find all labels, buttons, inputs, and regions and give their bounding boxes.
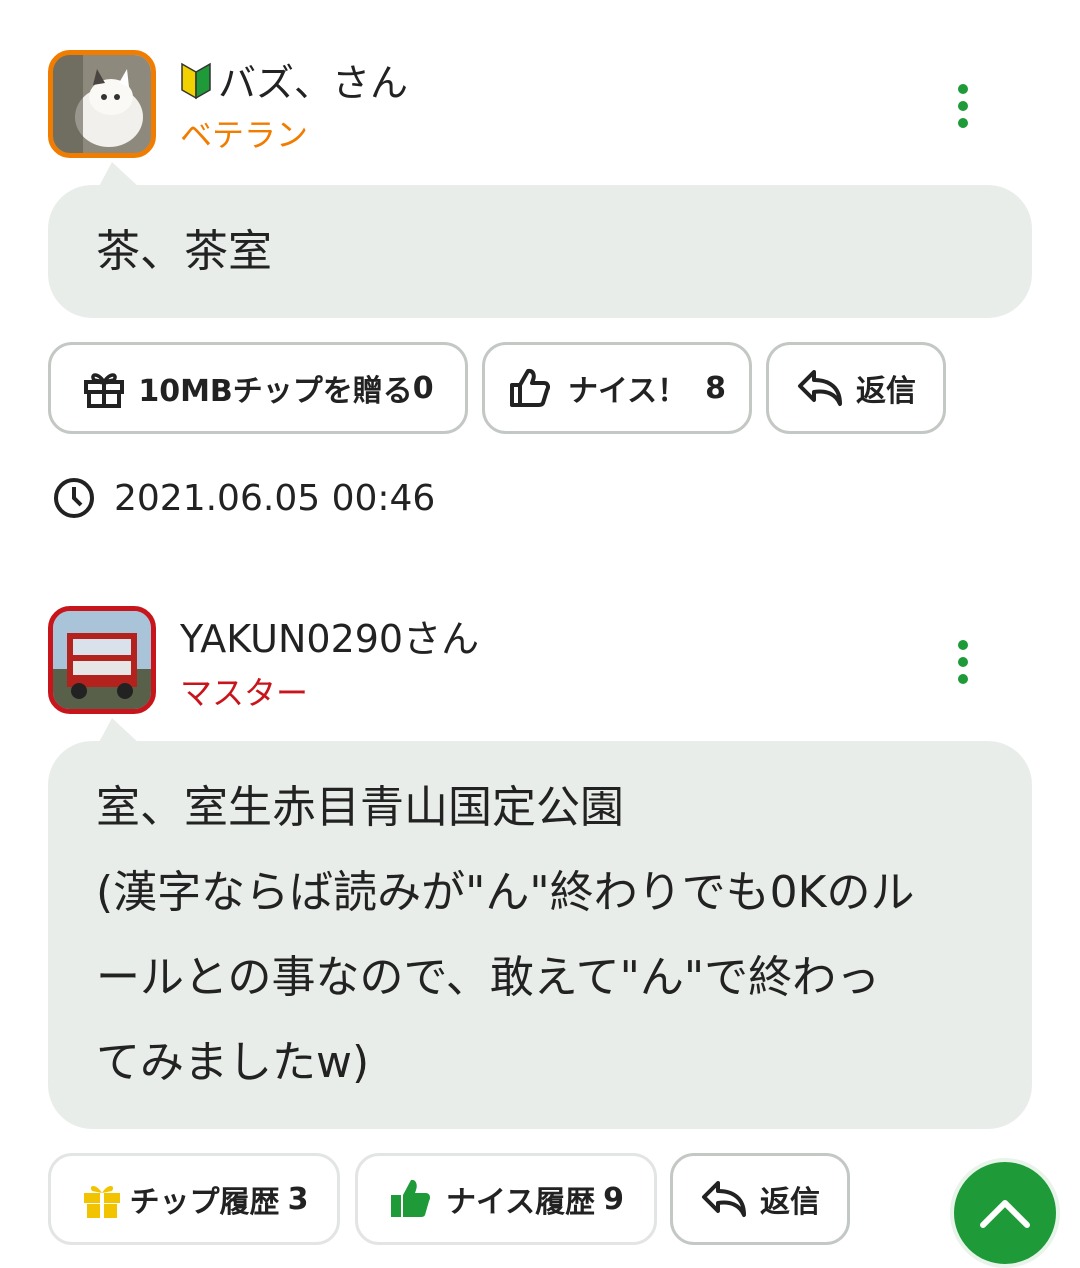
nice-history-button[interactable]: ナイス履歴 9 (355, 1153, 657, 1245)
nice-button[interactable]: ナイス！ 8 (482, 342, 752, 434)
nice-history-count: 9 (603, 1181, 624, 1217)
username[interactable]: YAKUN0290さん (180, 608, 479, 663)
reply-button[interactable]: 返信 (766, 342, 946, 434)
gift-icon (82, 368, 126, 408)
tip-history-count: 3 (287, 1181, 309, 1217)
tip-label: 10MBチップを贈る (138, 374, 413, 409)
gift-icon (80, 1179, 124, 1219)
reply-label: 返信 (760, 1185, 820, 1220)
cat-photo-icon (53, 55, 151, 153)
nice-count: 8 (705, 370, 726, 406)
message-line: 室、室生赤目青山国定公園 (96, 782, 624, 833)
message-bubble: 室、室生赤目青山国定公園 (漢字ならば読みが"ん"終わりでも0Kのル ールとの事… (48, 741, 1032, 1129)
more-options-icon[interactable] (950, 84, 976, 132)
tip-count: 0 (412, 370, 434, 406)
message-line: てみましたw) (96, 1037, 370, 1088)
user-rank: マスター (180, 674, 309, 712)
reply-arrow-icon (796, 368, 844, 408)
user-rank: ベテラン (180, 116, 309, 154)
tip-history-button[interactable]: チップ履歴 3 (48, 1153, 340, 1245)
scroll-to-top-button[interactable] (950, 1158, 1060, 1268)
username-text: バズ、さん (218, 61, 409, 105)
bubble-tail (98, 718, 140, 744)
user-avatar[interactable] (48, 606, 156, 714)
thumbs-up-icon (508, 367, 550, 409)
message-line: 茶、茶室 (96, 226, 272, 277)
reply-arrow-icon (700, 1179, 748, 1219)
message-bubble: 茶、茶室 (48, 185, 1032, 318)
username[interactable]: バズ、さん (180, 52, 408, 107)
thumbs-up-icon (388, 1177, 432, 1221)
nice-history-label: ナイス履歴 (446, 1185, 596, 1220)
beginner-leaf-icon (181, 62, 211, 99)
post-1: バズ、さん ベテラン 茶、茶室 10MBチップを贈る 0 ナイス！ 8 返信 2… (0, 0, 1080, 540)
clock-icon (52, 476, 96, 520)
tip-history-label: チップ履歴 (129, 1185, 280, 1220)
more-options-icon[interactable] (950, 640, 976, 688)
message-line: ールとの事なので、敢えて"ん"で終わっ (96, 952, 881, 1003)
message-line: (漢字ならば読みが"ん"終わりでも0Kのル (96, 867, 915, 918)
post-timestamp: 2021.06.05 00:46 (52, 476, 435, 520)
fire-truck-photo-icon (53, 611, 151, 709)
timestamp-text: 2021.06.05 00:46 (114, 477, 436, 519)
nice-label: ナイス！ (568, 374, 688, 409)
reply-button[interactable]: 返信 (670, 1153, 850, 1245)
chevron-up-icon (979, 1197, 1031, 1229)
send-tip-button[interactable]: 10MBチップを贈る 0 (48, 342, 468, 434)
user-avatar[interactable] (48, 50, 156, 158)
reply-label: 返信 (856, 374, 916, 409)
